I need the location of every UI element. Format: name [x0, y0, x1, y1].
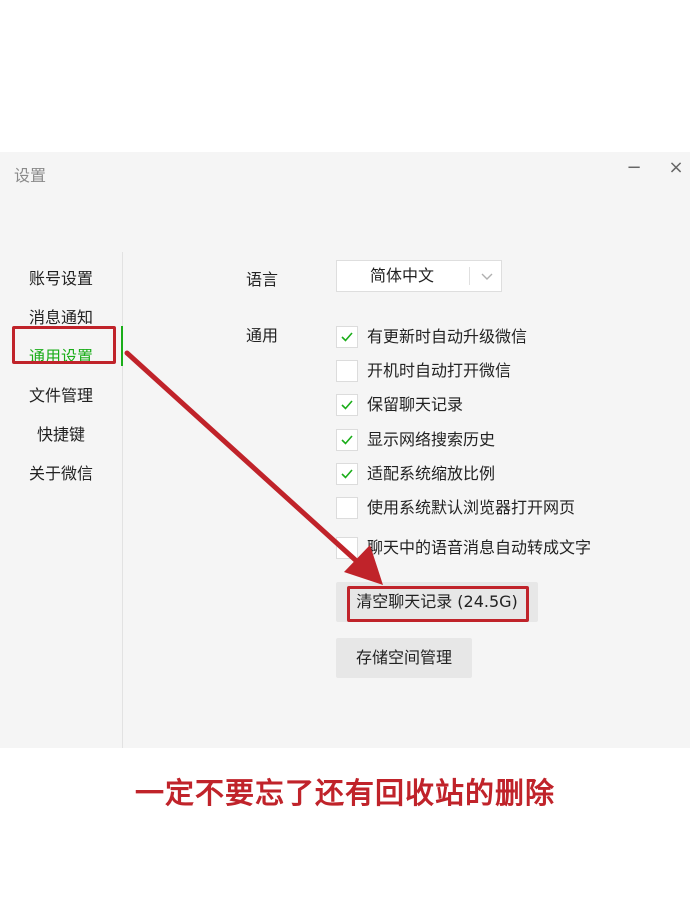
sidebar-item-account[interactable]: 账号设置 [0, 268, 122, 290]
sidebar-item-about[interactable]: 关于微信 [0, 463, 122, 485]
checkbox-auto-upgrade[interactable] [336, 326, 358, 348]
option-label: 开机时自动打开微信 [367, 361, 512, 380]
option-label: 显示网络搜索历史 [367, 430, 496, 449]
checkbox-system-scaling[interactable] [336, 463, 358, 485]
checkbox-auto-launch[interactable] [336, 360, 358, 382]
sidebar-item-notifications[interactable]: 消息通知 [0, 307, 122, 329]
chevron-down-icon [477, 264, 497, 288]
option-label: 聊天中的语音消息自动转成文字 [367, 538, 592, 557]
option-label: 保留聊天记录 [367, 395, 464, 414]
checkbox-search-history[interactable] [336, 429, 358, 451]
general-label: 通用 [246, 326, 279, 345]
annotation-caption: 一定不要忘了还有回收站的删除 [134, 776, 555, 810]
close-button[interactable]: × [664, 156, 688, 180]
settings-window: 设置 − × 账号设置 消息通知 通用设置 文件管理 快捷键 关于微信 语言 简… [0, 152, 690, 748]
sidebar-item-files[interactable]: 文件管理 [0, 385, 122, 407]
clear-chat-history-button[interactable]: 清空聊天记录 (24.5G) [336, 582, 538, 622]
select-divider [469, 267, 470, 285]
language-select-value: 简体中文 [369, 266, 434, 285]
sidebar-item-shortcuts[interactable]: 快捷键 [0, 424, 122, 446]
option-label: 有更新时自动升级微信 [367, 327, 528, 346]
option-label: 使用系统默认浏览器打开网页 [367, 498, 576, 517]
language-label: 语言 [246, 270, 279, 289]
settings-sidebar: 账号设置 消息通知 通用设置 文件管理 快捷键 关于微信 [0, 252, 123, 748]
option-label: 适配系统缩放比例 [367, 464, 496, 483]
minimize-button[interactable]: − [622, 156, 646, 180]
checkbox-default-browser[interactable] [336, 497, 358, 519]
active-indicator [121, 326, 123, 366]
window-title: 设置 [14, 166, 47, 185]
checkbox-keep-history[interactable] [336, 394, 358, 416]
language-select[interactable]: 简体中文 [336, 260, 502, 292]
checkbox-voice-to-text[interactable] [336, 537, 358, 559]
sidebar-item-general[interactable]: 通用设置 [0, 346, 122, 368]
storage-management-button[interactable]: 存储空间管理 [336, 638, 472, 678]
